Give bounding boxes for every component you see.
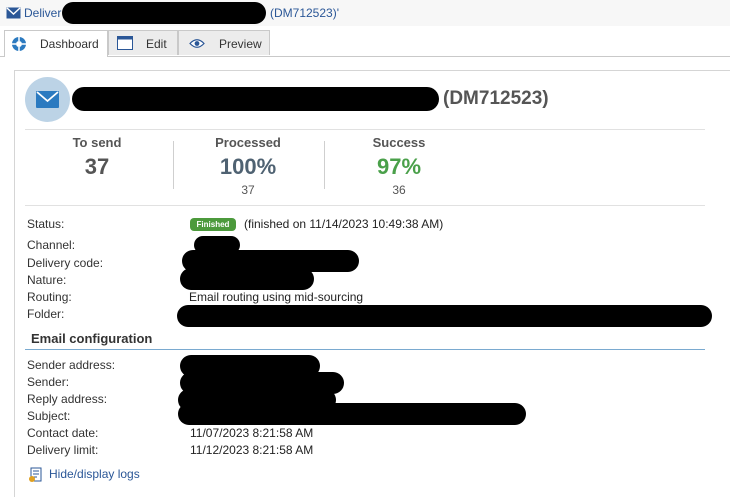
redacted-title — [62, 2, 266, 24]
success-value: 97% — [376, 154, 422, 179]
redacted-folder — [177, 305, 712, 327]
nature-label: Nature: — [27, 273, 67, 287]
delivery-avatar — [25, 77, 70, 122]
processed-label: Processed — [215, 135, 281, 150]
status-text: (finished on 11/14/2023 10:49:38 AM) — [244, 217, 444, 231]
envelope-icon — [36, 91, 59, 108]
window-icon — [117, 36, 133, 53]
processed-value: 100% — [219, 154, 277, 179]
tab-edit-label: Edit — [146, 37, 167, 51]
divider — [25, 205, 705, 206]
redacted-nature — [180, 268, 314, 290]
window-title-prefix: Deliver — [24, 6, 62, 20]
tab-dashboard-label: Dashboard — [40, 37, 99, 51]
reply-address-label: Reply address: — [27, 392, 108, 406]
delivery-code-label: Delivery code: — [27, 256, 104, 270]
to-send-value: 37 — [84, 154, 110, 179]
status-label: Status: — [27, 217, 65, 231]
delivery-code-heading: (DM712523) — [443, 88, 549, 109]
window-title-suffix: (DM712523)' — [270, 6, 339, 20]
folder-label: Folder: — [27, 307, 65, 321]
envelope-icon — [6, 6, 21, 24]
tab-edit[interactable]: Edit — [108, 30, 178, 55]
success-label: Success — [372, 135, 426, 150]
tab-bar: Dashboard Edit Preview — [0, 30, 730, 57]
stat-separator — [324, 141, 325, 189]
status-badge: Finished — [190, 218, 236, 231]
section-divider — [25, 349, 705, 350]
dashboard-icon — [11, 36, 27, 55]
divider — [25, 129, 705, 130]
sender-address-label: Sender address: — [27, 358, 116, 372]
success-count: 36 — [392, 183, 406, 197]
delivery-limit-value: 11/12/2023 8:21:58 AM — [190, 443, 314, 457]
logs-icon[interactable] — [28, 467, 44, 488]
subject-label: Subject: — [27, 409, 71, 423]
contact-date-label: Contact date: — [27, 426, 99, 440]
routing-label: Routing: — [27, 290, 72, 304]
tab-preview[interactable]: Preview — [178, 30, 270, 55]
email-config-heading: Email configuration — [31, 331, 153, 346]
to-send-label: To send — [72, 135, 122, 150]
contact-date-value: 11/07/2023 8:21:58 AM — [190, 426, 314, 440]
tab-preview-label: Preview — [219, 37, 262, 51]
channel-label: Channel: — [27, 238, 76, 252]
redacted-delivery-name — [72, 87, 439, 111]
sender-label: Sender: — [27, 375, 70, 389]
delivery-limit-label: Delivery limit: — [27, 443, 99, 457]
processed-count: 37 — [241, 183, 255, 197]
stat-separator — [173, 141, 174, 189]
toggle-logs-link[interactable]: Hide/display logs — [49, 467, 140, 481]
tab-dashboard[interactable]: Dashboard — [4, 30, 108, 57]
redacted-subject — [178, 403, 526, 425]
eye-icon — [189, 38, 205, 52]
routing-value: Email routing using mid-sourcing — [189, 290, 364, 304]
